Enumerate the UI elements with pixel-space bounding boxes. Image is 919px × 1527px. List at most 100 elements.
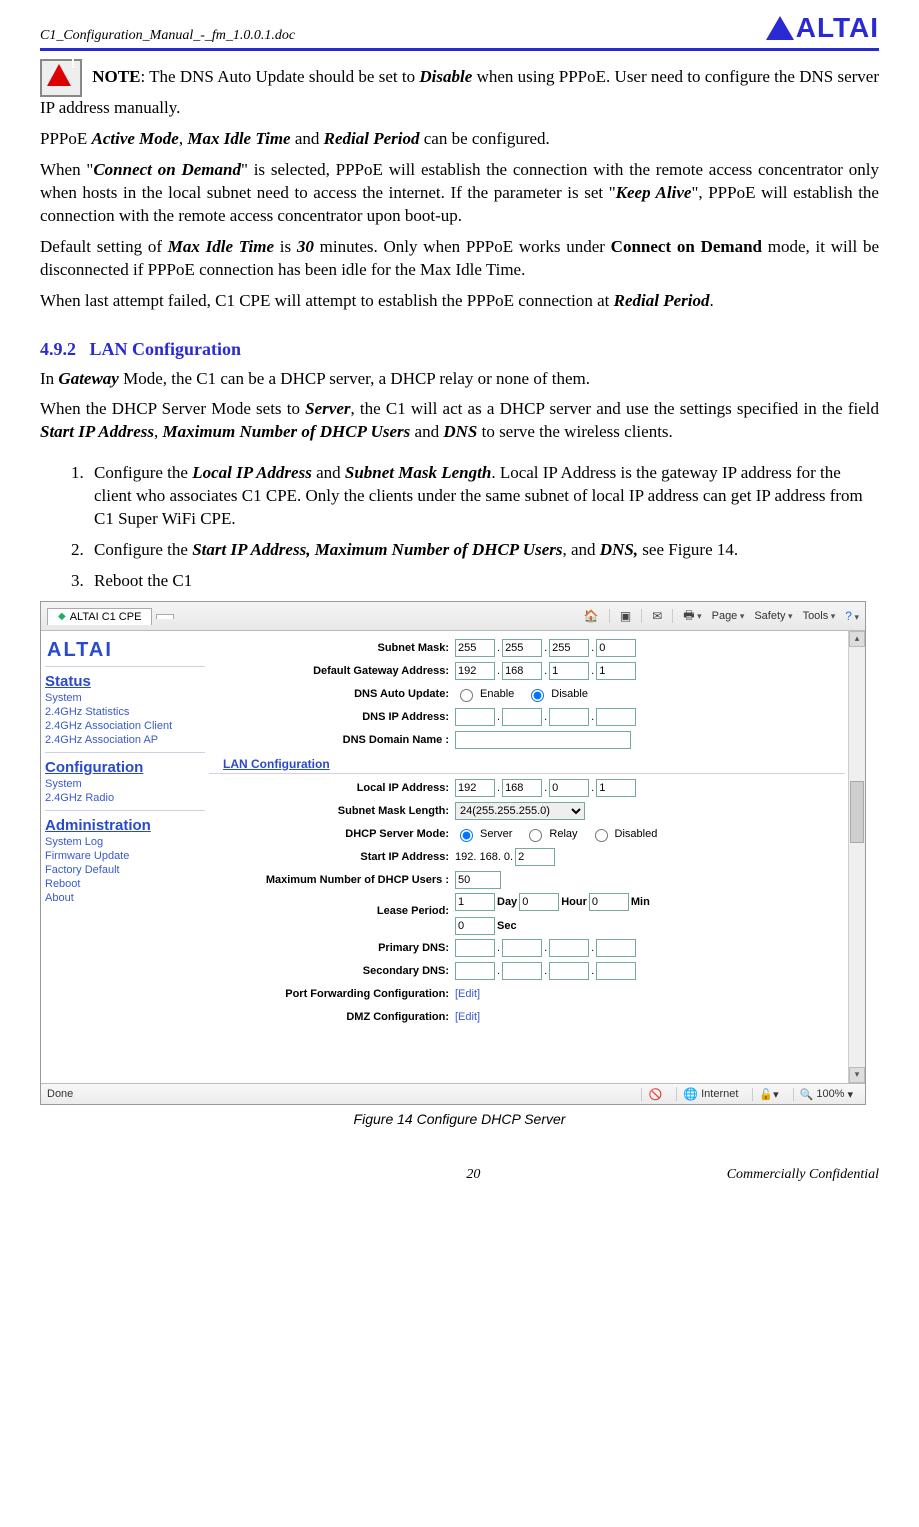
lease-hour-input[interactable]	[519, 893, 559, 911]
lan-section-header: LAN Configuration	[209, 753, 845, 774]
scroll-up-icon[interactable]: ▴	[849, 631, 865, 647]
label-dns-ip: DNS IP Address:	[209, 711, 455, 723]
localip-oct1[interactable]	[455, 779, 495, 797]
subnet-mask-oct1[interactable]	[455, 639, 495, 657]
dhcp-server-radio[interactable]	[460, 829, 473, 842]
dnsip-oct1[interactable]	[455, 708, 495, 726]
blocked-icon[interactable]: 🚫	[648, 1088, 662, 1101]
embedded-screenshot: ◆ ALTAI C1 CPE 🏠 ▣ ✉ 🖶 Page Safety Tools…	[40, 601, 866, 1105]
browser-status-bar: Done 🚫 🌐Internet 🔓▾ 🔍100% ▾	[41, 1083, 865, 1104]
page-menu[interactable]: Page	[712, 610, 745, 622]
sml-select[interactable]: 24(255.255.255.0)	[455, 802, 585, 820]
favicon-icon: ◆	[58, 611, 66, 622]
sidebar-link-firmware[interactable]: Firmware Update	[45, 850, 205, 862]
steps-list: Configure the Local IP Address and Subne…	[40, 462, 879, 593]
dhcp-disabled-radio[interactable]	[595, 829, 608, 842]
sidebar-link-system[interactable]: System	[45, 692, 205, 704]
lease-day-input[interactable]	[455, 893, 495, 911]
subnet-mask-oct3[interactable]	[549, 639, 589, 657]
localip-oct4[interactable]	[596, 779, 636, 797]
startip-last[interactable]	[515, 848, 555, 866]
pdns-oct4[interactable]	[596, 939, 636, 957]
sidebar-status-header[interactable]: Status	[45, 673, 205, 690]
gw-oct1[interactable]	[455, 662, 495, 680]
sidebar-link-reboot[interactable]: Reboot	[45, 878, 205, 890]
gw-oct4[interactable]	[596, 662, 636, 680]
sdns-oct3[interactable]	[549, 962, 589, 980]
scroll-thumb[interactable]	[850, 781, 864, 843]
label-start-ip: Start IP Address:	[209, 851, 455, 863]
altai-logo: ALTAI	[766, 12, 879, 44]
sidebar-link-about[interactable]: About	[45, 892, 205, 904]
label-dns-domain: DNS Domain Name :	[209, 734, 455, 746]
sdns-oct1[interactable]	[455, 962, 495, 980]
label-max-users: Maximum Number of DHCP Users :	[209, 874, 455, 886]
localip-oct2[interactable]	[502, 779, 542, 797]
sidebar-link-stats[interactable]: 2.4GHz Statistics	[45, 706, 205, 718]
p6: In Gateway Mode, the C1 can be a DHCP se…	[40, 368, 879, 391]
sidebar-link-config-radio[interactable]: 2.4GHz Radio	[45, 792, 205, 804]
pdns-oct3[interactable]	[549, 939, 589, 957]
scroll-down-icon[interactable]: ▾	[849, 1067, 865, 1083]
sidebar-link-factory[interactable]: Factory Default	[45, 864, 205, 876]
label-subnet-mask: Subnet Mask:	[209, 642, 455, 654]
p5: When last attempt failed, C1 CPE will at…	[40, 290, 879, 313]
step-2: Configure the Start IP Address, Maximum …	[88, 539, 879, 562]
lease-min-input[interactable]	[589, 893, 629, 911]
sidebar-admin-header[interactable]: Administration	[45, 817, 205, 834]
sdns-oct4[interactable]	[596, 962, 636, 980]
sidebar-link-assoc-client[interactable]: 2.4GHz Association Client	[45, 720, 205, 732]
subnet-mask-oct2[interactable]	[502, 639, 542, 657]
portfwd-edit-link[interactable]: [Edit]	[455, 988, 480, 1000]
home-icon[interactable]: 🏠	[584, 609, 599, 623]
dmz-edit-link[interactable]: [Edit]	[455, 1011, 480, 1023]
dnsip-oct4[interactable]	[596, 708, 636, 726]
main-form-panel: Subnet Mask: . . . Default Gateway Addre…	[205, 631, 865, 1083]
help-icon[interactable]: ?	[845, 609, 859, 623]
feeds-icon[interactable]: ▣	[620, 609, 631, 623]
new-tab-button[interactable]	[156, 614, 174, 619]
mail-icon[interactable]: ✉	[652, 609, 662, 623]
sidebar-link-config-system[interactable]: System	[45, 778, 205, 790]
document-header: C1_Configuration_Manual_-_fm_1.0.0.1.doc…	[40, 12, 879, 51]
protected-mode-icon[interactable]: 🔓▾	[759, 1088, 778, 1101]
pdns-oct2[interactable]	[502, 939, 542, 957]
zoom-icon[interactable]: 🔍	[800, 1088, 814, 1101]
print-icon[interactable]: 🖶	[683, 606, 701, 627]
page-footer: 20 Commercially Confidential	[40, 1167, 879, 1183]
dns-auto-enable-radio[interactable]	[460, 689, 473, 702]
max-users-input[interactable]	[455, 871, 501, 889]
warning-icon: !	[40, 59, 82, 97]
dns-auto-disable-radio[interactable]	[531, 689, 544, 702]
note-label: NOTE	[92, 67, 140, 86]
browser-tab[interactable]: ◆ ALTAI C1 CPE	[47, 608, 152, 625]
logo-triangle-icon	[766, 16, 794, 40]
sidebar-link-syslog[interactable]: System Log	[45, 836, 205, 848]
sidebar-config-header[interactable]: Configuration	[45, 759, 205, 776]
page-number: 20	[220, 1167, 727, 1183]
dns-domain-input[interactable]	[455, 731, 631, 749]
gw-oct3[interactable]	[549, 662, 589, 680]
label-pdns: Primary DNS:	[209, 942, 455, 954]
pdns-oct1[interactable]	[455, 939, 495, 957]
dhcp-relay-radio[interactable]	[529, 829, 542, 842]
label-default-gw: Default Gateway Address:	[209, 665, 455, 677]
dnsip-oct3[interactable]	[549, 708, 589, 726]
tools-menu[interactable]: Tools	[803, 610, 836, 622]
gw-oct2[interactable]	[502, 662, 542, 680]
section-heading: 4.9.2 LAN Configuration	[40, 339, 879, 360]
scrollbar[interactable]: ▴ ▾	[848, 631, 865, 1083]
dnsip-oct2[interactable]	[502, 708, 542, 726]
subnet-mask-oct4[interactable]	[596, 639, 636, 657]
label-dhcp-mode: DHCP Server Mode:	[209, 828, 455, 840]
lease-sec-input[interactable]	[455, 917, 495, 935]
step-1: Configure the Local IP Address and Subne…	[88, 462, 879, 531]
label-lease: Lease Period:	[209, 893, 455, 917]
localip-oct3[interactable]	[549, 779, 589, 797]
sdns-oct2[interactable]	[502, 962, 542, 980]
label-local-ip: Local IP Address:	[209, 782, 455, 794]
tab-title: ALTAI C1 CPE	[70, 611, 142, 623]
label-dns-auto: DNS Auto Update:	[209, 688, 455, 700]
sidebar-link-assoc-ap[interactable]: 2.4GHz Association AP	[45, 734, 205, 746]
safety-menu[interactable]: Safety	[754, 610, 792, 622]
